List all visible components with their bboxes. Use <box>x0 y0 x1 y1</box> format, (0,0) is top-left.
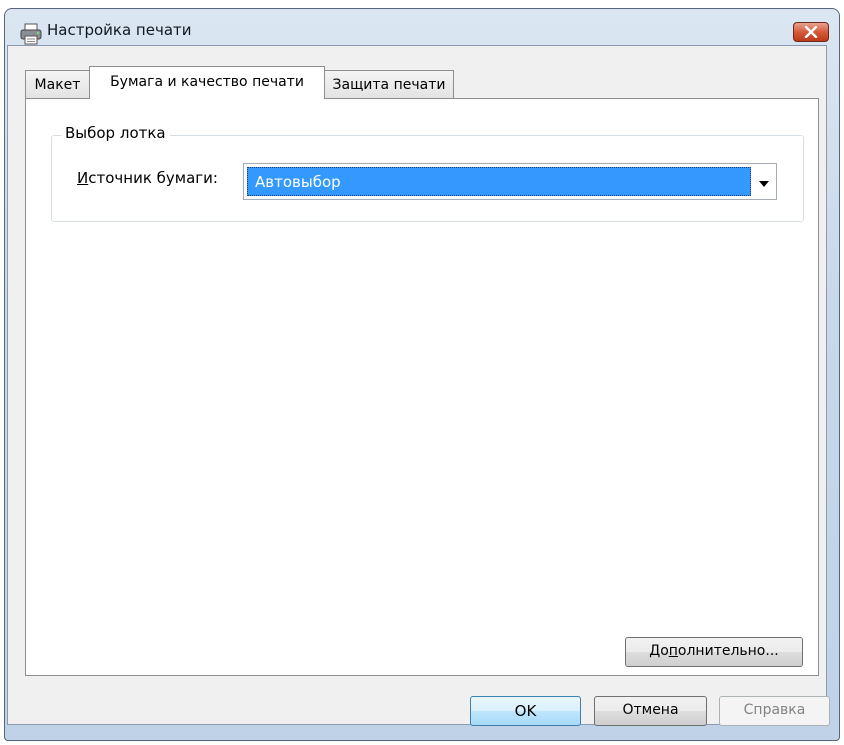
help-button[interactable]: Справка <box>719 696 830 726</box>
tab-print-security[interactable]: Защита печати <box>324 70 454 98</box>
dropdown-arrow[interactable] <box>752 164 776 199</box>
chevron-down-icon <box>759 172 769 191</box>
paper-source-value: Автовыбор <box>247 167 751 196</box>
printer-icon <box>19 22 43 46</box>
tab-paper-quality[interactable]: Бумага и качество печати <box>89 66 325 99</box>
tab-layout[interactable]: Макет <box>25 70 90 98</box>
cancel-button[interactable]: Отмена <box>594 696 707 726</box>
paper-source-label: Источник бумаги: <box>77 169 218 187</box>
window-title: Настройка печати <box>47 21 192 39</box>
close-icon <box>804 23 818 42</box>
paper-source-dropdown[interactable]: Автовыбор <box>243 163 777 200</box>
close-button[interactable] <box>793 22 829 42</box>
advanced-button[interactable]: Дополнительно... <box>625 637 803 667</box>
ok-button[interactable]: OK <box>470 696 581 726</box>
group-legend: Выбор лотка <box>61 124 170 142</box>
